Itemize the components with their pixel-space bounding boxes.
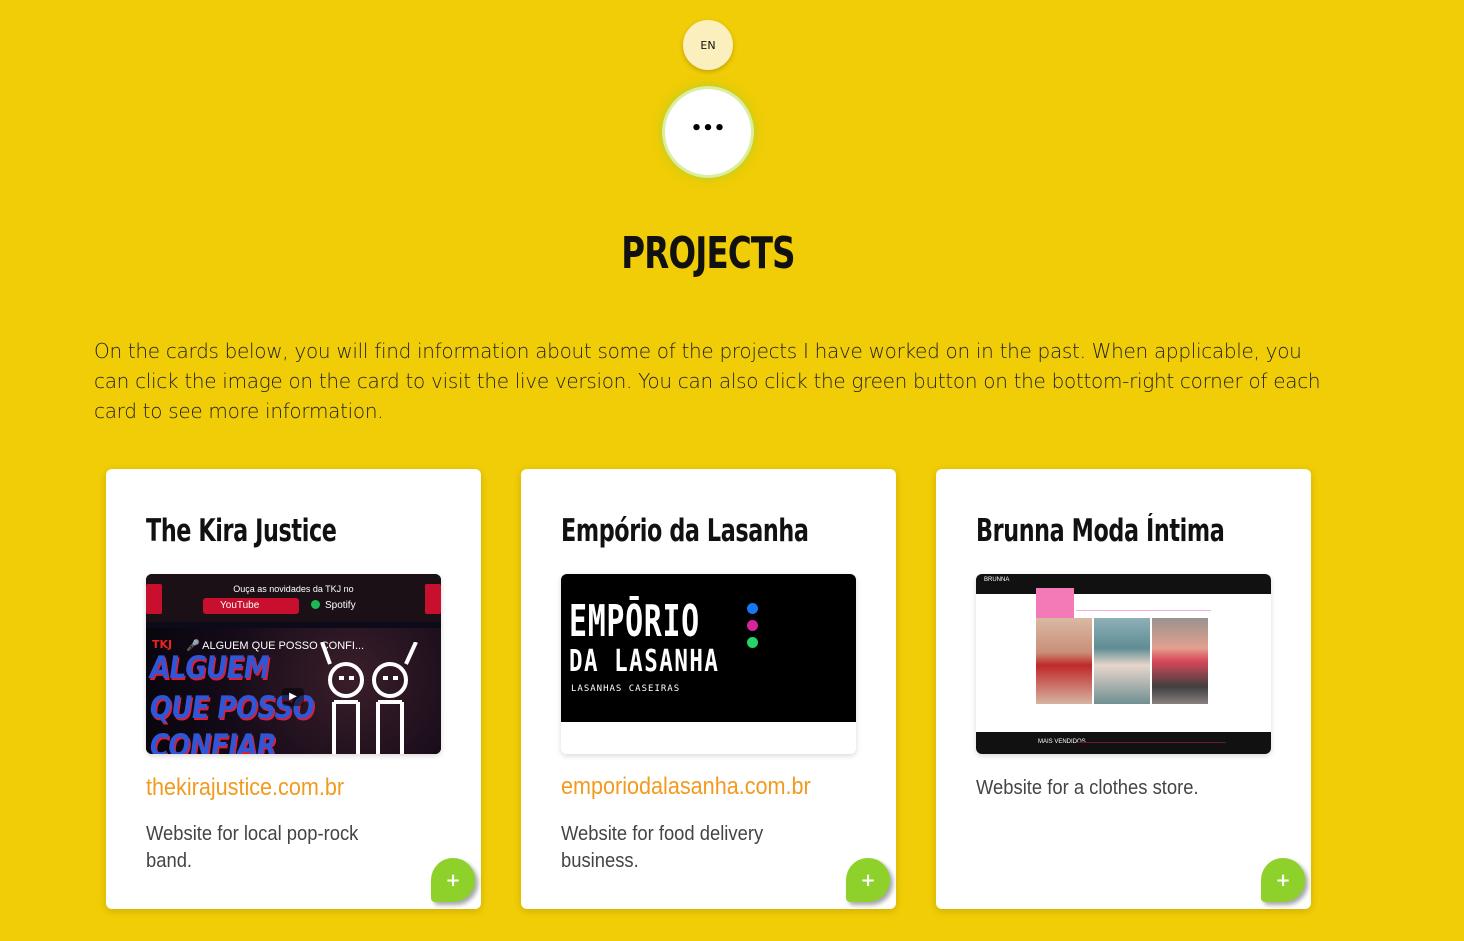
card-title: The Kira Justice <box>146 513 337 549</box>
project-thumbnail[interactable]: Ouça as novidades da TKJ no YouTube Spot… <box>146 574 441 754</box>
divider <box>1076 742 1226 743</box>
more-info-button[interactable]: + <box>1261 858 1305 902</box>
youtube-badge: YouTube <box>203 598 299 614</box>
section-intro: On the cards below, you will find inform… <box>94 339 1321 423</box>
thumb-line-3: CONFIAR <box>146 728 279 754</box>
more-info-button[interactable]: + <box>846 858 890 902</box>
project-link[interactable]: emporiodalasanha.com.br <box>561 773 811 801</box>
band-illustration <box>320 642 418 754</box>
section-title: PROJECTS <box>621 228 795 279</box>
more-info-button[interactable]: + <box>431 858 475 902</box>
project-card-kira-justice: The Kira Justice Ouça as novidades da TK… <box>106 469 481 909</box>
page: EN ••• PROJECTS On the cards below, you … <box>0 0 1464 941</box>
project-thumbnail[interactable]: EMPŌRIO DA LASANHA LASANHAS CASEIRAS <box>561 574 856 754</box>
spotify-icon <box>311 600 320 609</box>
play-icon: ▶ <box>282 688 304 706</box>
menu-button[interactable]: ••• <box>665 89 751 175</box>
more-horizontal-icon: ••• <box>690 118 726 139</box>
plus-icon: + <box>445 869 461 891</box>
thumb-line-1: ALGUEM <box>146 650 272 686</box>
thumb-line-1: EMPŌRIO <box>569 596 700 647</box>
product-photo <box>1036 618 1092 704</box>
card-description: Website for a clothes store. <box>976 777 1199 799</box>
product-photo <box>1094 618 1150 704</box>
project-thumbnail[interactable]: BRUNNA MAIS VENDIDOS <box>976 574 1271 754</box>
project-card-brunna-moda: Brunna Moda Íntima BRUNNA MAIS VENDIDOS … <box>936 469 1311 909</box>
plus-icon: + <box>860 869 876 891</box>
plus-icon: + <box>1275 869 1291 891</box>
card-title: Empório da Lasanha <box>561 513 809 549</box>
project-card-emporio-lasanha: Empório da Lasanha EMPŌRIO DA LASANHA LA… <box>521 469 896 909</box>
language-toggle-button[interactable]: EN <box>683 20 733 70</box>
product-photo <box>1152 618 1208 704</box>
instagram-icon <box>747 620 758 631</box>
card-description: Website for food delivery business. <box>561 823 764 872</box>
spotify-badge: Spotify <box>311 598 356 614</box>
facebook-icon <box>747 603 758 614</box>
divider <box>1076 610 1211 611</box>
project-link[interactable]: thekirajustice.com.br <box>146 774 344 802</box>
thumb-heading: Ouça as novidades da TKJ no <box>233 584 354 594</box>
card-title: Brunna Moda Íntima <box>976 513 1225 549</box>
thumb-line-3: LASANHAS CASEIRAS <box>571 684 681 694</box>
brand-logo: BRUNNA <box>984 577 1010 583</box>
card-description: Website for local pop-rock band. <box>146 823 359 872</box>
thumb-line-2: DA LASANHA <box>569 644 720 679</box>
whatsapp-icon <box>747 637 758 648</box>
